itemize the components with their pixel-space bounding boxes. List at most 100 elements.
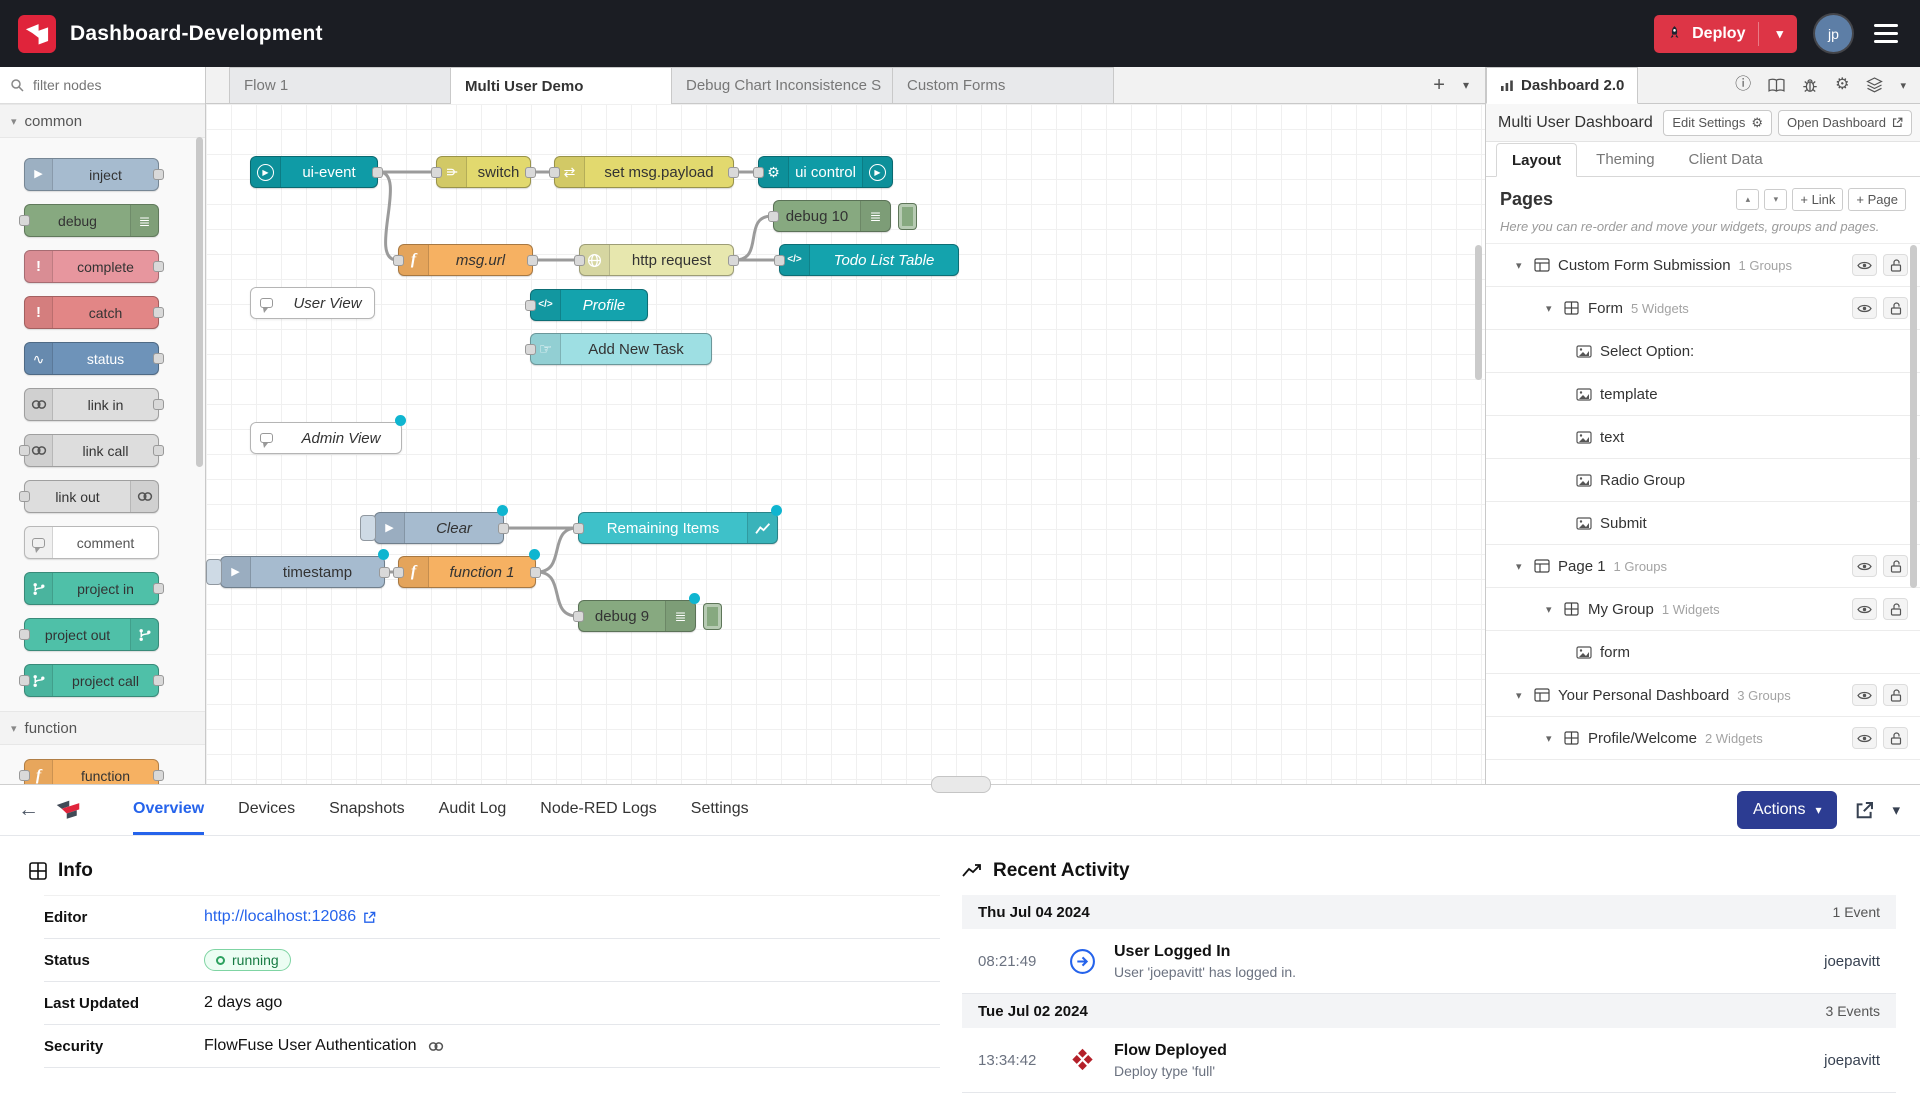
input-port[interactable] xyxy=(768,211,779,222)
output-port[interactable] xyxy=(527,255,538,266)
output-port[interactable] xyxy=(498,523,509,534)
output-port[interactable] xyxy=(153,583,164,594)
output-port[interactable] xyxy=(153,770,164,781)
flow-node-profile[interactable]: </>Profile xyxy=(530,289,648,321)
user-avatar[interactable]: jp xyxy=(1815,15,1852,52)
flow-node-debug-9[interactable]: debug 9≣ xyxy=(578,600,696,632)
input-port[interactable] xyxy=(753,167,764,178)
flow-node-switch[interactable]: ⋔switch xyxy=(436,156,531,188)
tree-item-template[interactable]: template xyxy=(1486,373,1920,416)
input-port[interactable] xyxy=(19,215,30,226)
input-port[interactable] xyxy=(549,167,560,178)
flow-node-clear[interactable]: ▶Clear xyxy=(374,512,504,544)
input-port[interactable] xyxy=(774,255,785,266)
tab-dashboard-2[interactable]: Dashboard 2.0 xyxy=(1486,67,1638,104)
tree-item-your-personal-dashboard[interactable]: ▾Your Personal Dashboard3 Groups xyxy=(1486,674,1920,717)
output-port[interactable] xyxy=(525,167,536,178)
chevron-down-icon[interactable]: ▾ xyxy=(1546,302,1564,315)
lock-toggle[interactable] xyxy=(1883,254,1908,276)
input-port[interactable] xyxy=(573,523,584,534)
flow-node-remaining-items[interactable]: Remaining Items xyxy=(578,512,778,544)
input-port[interactable] xyxy=(19,629,30,640)
add-page-button[interactable]: + Page xyxy=(1848,188,1906,211)
sidebar-tabs-caret[interactable]: ▾ xyxy=(1900,79,1906,92)
menu-icon[interactable] xyxy=(1870,20,1902,47)
lock-toggle[interactable] xyxy=(1883,598,1908,620)
flow-node-user-view[interactable]: User View xyxy=(250,287,375,319)
canvas-scrollbar[interactable] xyxy=(1475,245,1482,380)
tab-settings[interactable]: Settings xyxy=(691,785,749,835)
palette-node-function[interactable]: ffunction xyxy=(24,759,159,784)
flow-node-ui-event[interactable]: ▶ui-event xyxy=(250,156,378,188)
deploy-options-caret[interactable]: ▾ xyxy=(1768,26,1791,42)
lock-toggle[interactable] xyxy=(1883,727,1908,749)
tree-item-page-1[interactable]: ▾Page 11 Groups xyxy=(1486,545,1920,588)
collapse-all-button[interactable]: ▴ xyxy=(1736,189,1759,210)
lock-toggle[interactable] xyxy=(1883,555,1908,577)
link-icon[interactable] xyxy=(428,1041,444,1052)
add-flow-button[interactable]: + xyxy=(1433,74,1445,97)
visibility-toggle[interactable] xyxy=(1852,727,1877,749)
palette-node-inject[interactable]: ▶inject xyxy=(24,158,159,191)
tree-item-text[interactable]: text xyxy=(1486,416,1920,459)
palette-node-catch[interactable]: !catch xyxy=(24,296,159,329)
flow-node-msg-url[interactable]: fmsg.url xyxy=(398,244,533,276)
palette-category-function[interactable]: ▾function xyxy=(0,711,205,745)
chevron-down-icon[interactable]: ▾ xyxy=(1546,732,1564,745)
flowfuse-logo-icon[interactable] xyxy=(18,15,56,53)
visibility-toggle[interactable] xyxy=(1852,254,1877,276)
tab-overview[interactable]: Overview xyxy=(133,785,204,835)
edit-settings-button[interactable]: Edit Settings⚙ xyxy=(1663,110,1772,136)
output-port[interactable] xyxy=(153,675,164,686)
tab-devices[interactable]: Devices xyxy=(238,785,295,835)
flow-tab-multi-user-demo[interactable]: Multi User Demo xyxy=(450,67,672,104)
output-port[interactable] xyxy=(153,445,164,456)
input-port[interactable] xyxy=(393,255,404,266)
flow-list-caret[interactable]: ▾ xyxy=(1463,78,1469,92)
output-port[interactable] xyxy=(372,167,383,178)
tree-item-form[interactable]: form xyxy=(1486,631,1920,674)
tree-item-profile-welcome[interactable]: ▾Profile/Welcome2 Widgets xyxy=(1486,717,1920,760)
palette-node-link-call[interactable]: link call xyxy=(24,434,159,467)
palette-filter-input[interactable] xyxy=(31,76,181,94)
flow-node-add-new-task[interactable]: ☞Add New Task xyxy=(530,333,712,365)
chevron-down-icon[interactable]: ▾ xyxy=(1516,689,1534,702)
editor-url-link[interactable]: http://localhost:12086 xyxy=(204,908,356,926)
flow-node-admin-view[interactable]: Admin View xyxy=(250,422,402,454)
output-port[interactable] xyxy=(153,169,164,180)
flow-node-ui-control[interactable]: ⚙ui control▶ xyxy=(758,156,893,188)
open-dashboard-button[interactable]: Open Dashboard xyxy=(1778,110,1912,136)
visibility-toggle[interactable] xyxy=(1852,297,1877,319)
lock-toggle[interactable] xyxy=(1883,684,1908,706)
tab-snapshots[interactable]: Snapshots xyxy=(329,785,405,835)
palette-category-common[interactable]: ▾common xyxy=(0,104,205,138)
tree-item-my-group[interactable]: ▾My Group1 Widgets xyxy=(1486,588,1920,631)
palette-node-status[interactable]: ∿status xyxy=(24,342,159,375)
docs-book-icon[interactable] xyxy=(1768,78,1785,93)
tab-client-data[interactable]: Client Data xyxy=(1674,142,1778,176)
input-port[interactable] xyxy=(525,344,536,355)
flowfuse-mark-icon[interactable] xyxy=(53,795,83,825)
input-port[interactable] xyxy=(574,255,585,266)
chevron-down-icon[interactable]: ▾ xyxy=(1546,603,1564,616)
flow-canvas[interactable]: ▶ui-event⋔switch⇄set msg.payload⚙ui cont… xyxy=(206,104,1485,784)
flow-node-debug-10[interactable]: debug 10≣ xyxy=(773,200,891,232)
flow-node-timestamp[interactable]: ▶timestamp xyxy=(220,556,385,588)
visibility-toggle[interactable] xyxy=(1852,684,1877,706)
tree-item-custom-form-submission[interactable]: ▾Custom Form Submission1 Groups xyxy=(1486,244,1920,287)
output-port[interactable] xyxy=(530,567,541,578)
tab-node-red-logs[interactable]: Node-RED Logs xyxy=(540,785,657,835)
tree-item-radio-group[interactable]: Radio Group xyxy=(1486,459,1920,502)
flow-tab-custom-forms[interactable]: Custom Forms xyxy=(892,67,1114,103)
output-port[interactable] xyxy=(153,353,164,364)
palette-node-comment[interactable]: comment xyxy=(24,526,159,559)
flow-tab-debug-chart-inconsistence-s[interactable]: Debug Chart Inconsistence S xyxy=(671,67,893,103)
sidebar-scrollbar[interactable] xyxy=(1910,245,1917,588)
panel-resize-handle[interactable] xyxy=(931,776,991,793)
inject-button[interactable] xyxy=(206,559,222,585)
input-port[interactable] xyxy=(19,675,30,686)
gear-icon[interactable]: ⚙ xyxy=(1835,77,1849,93)
tab-audit-log[interactable]: Audit Log xyxy=(439,785,507,835)
palette-node-complete[interactable]: !complete xyxy=(24,250,159,283)
add-link-button[interactable]: + Link xyxy=(1792,188,1843,211)
